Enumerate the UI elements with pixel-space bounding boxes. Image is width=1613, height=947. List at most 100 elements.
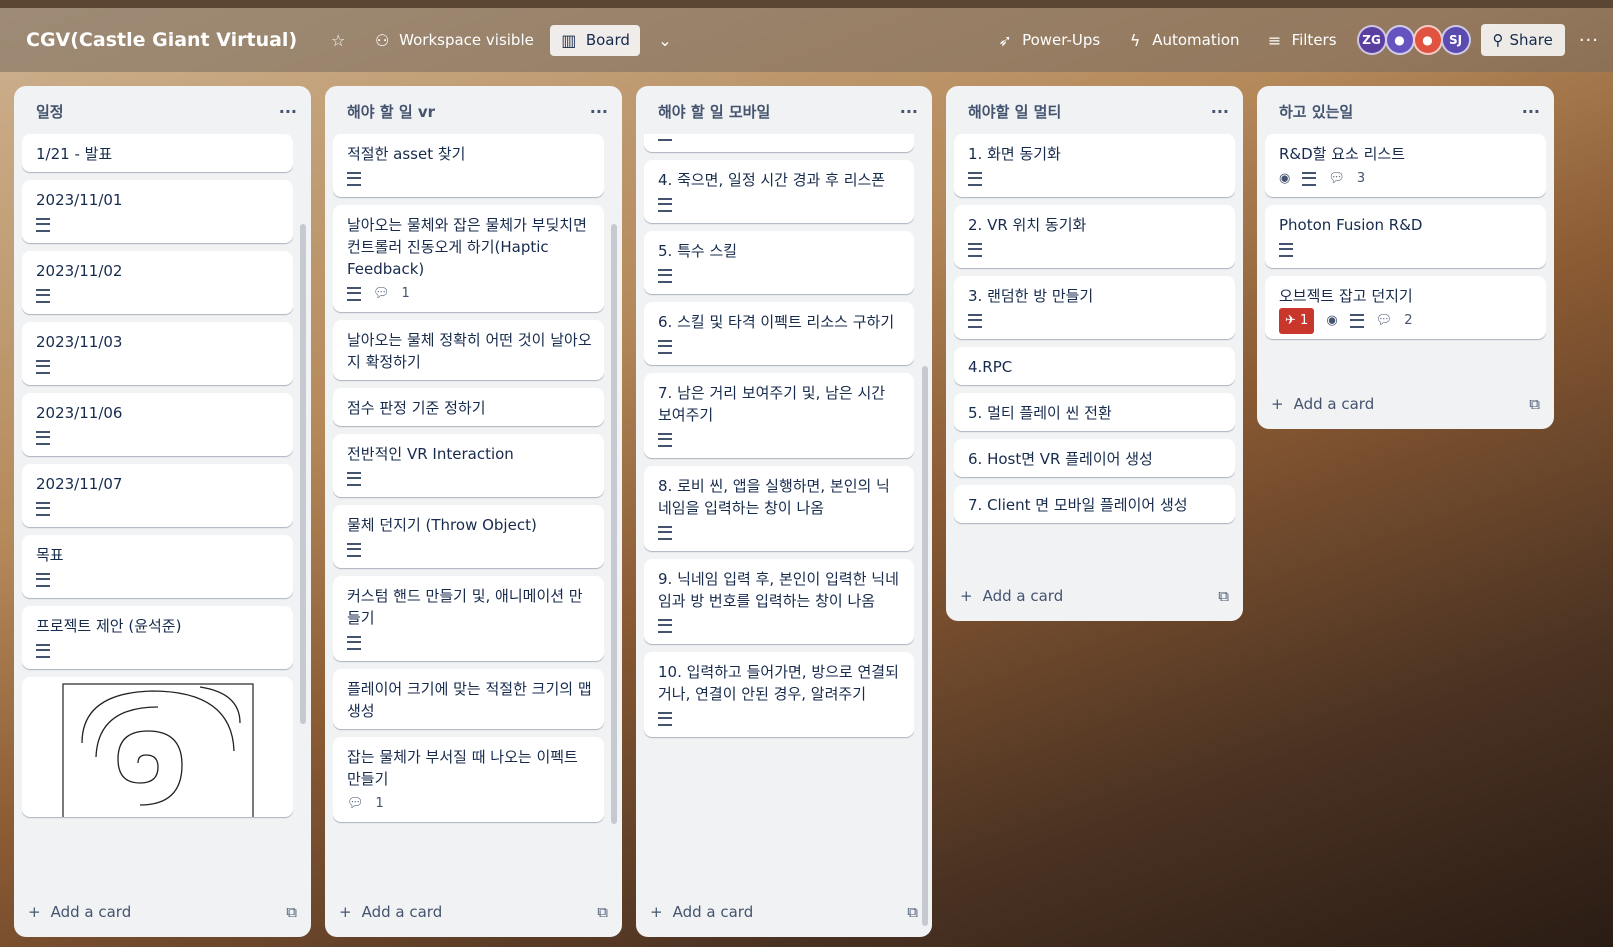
card[interactable]: 2023/11/02 bbox=[22, 251, 293, 314]
scrollbar[interactable] bbox=[922, 366, 928, 926]
powerups-button[interactable]: ➶ Power-Ups bbox=[986, 25, 1110, 56]
image-card[interactable] bbox=[22, 677, 293, 817]
scrollbar[interactable] bbox=[300, 224, 306, 724]
card[interactable]: 2023/11/06 bbox=[22, 393, 293, 456]
add-card-button[interactable]: + Add a card bbox=[960, 587, 1063, 605]
card-title: 6. Host면 VR 플레이어 생성 bbox=[968, 450, 1153, 468]
card[interactable]: 날아오는 물체와 잡은 물체가 부딪치면 컨트롤러 진동오게 하기(Haptic… bbox=[333, 205, 604, 312]
list-menu-icon[interactable]: ··· bbox=[590, 102, 608, 121]
list-menu-icon[interactable]: ··· bbox=[900, 102, 918, 121]
card[interactable]: 6. 스킬 및 타격 이펙트 리소스 구하기 bbox=[644, 302, 914, 365]
card[interactable]: 커스텀 핸드 만들기 및, 애니메이션 만들기 bbox=[333, 576, 604, 661]
card[interactable]: Photon Fusion R&D bbox=[1265, 205, 1546, 268]
card[interactable]: 2023/11/03 bbox=[22, 322, 293, 385]
template-icon[interactable]: ⧉ bbox=[597, 903, 608, 921]
template-icon[interactable]: ⧉ bbox=[286, 903, 297, 921]
description-icon bbox=[347, 543, 361, 557]
card-title: 전반적인 VR Interaction bbox=[347, 445, 514, 463]
card[interactable]: 6. Host면 VR 플레이어 생성 bbox=[954, 439, 1235, 477]
card[interactable]: R&D할 요소 리스트 ◉ 💬︎ 3 bbox=[1265, 134, 1546, 197]
avatar[interactable]: SJ bbox=[1440, 25, 1471, 55]
card-title: 플레이어 크기에 맞는 적절한 크기의 맵 생성 bbox=[347, 680, 592, 720]
visibility-label: Workspace visible bbox=[399, 31, 534, 49]
card[interactable]: 7. Client 면 모바일 플레이어 생성 bbox=[954, 485, 1235, 523]
list-menu-icon[interactable]: ··· bbox=[1211, 102, 1229, 121]
card[interactable]: 프로젝트 제안 (윤석준) bbox=[22, 606, 293, 669]
list-하고있는일: 하고 있는일 ··· R&D할 요소 리스트 ◉ 💬︎ 3 Photon Fusion … bbox=[1257, 86, 1554, 429]
card[interactable]: 적절한 asset 찾기 bbox=[333, 134, 604, 197]
list-menu-icon[interactable]: ··· bbox=[279, 102, 297, 121]
card[interactable]: 7. 남은 거리 보여주기 및, 남은 시간 보여주기 bbox=[644, 373, 914, 458]
list-title[interactable]: 일정 bbox=[36, 101, 64, 122]
add-card-button[interactable]: + Add a card bbox=[650, 903, 753, 921]
description-icon bbox=[968, 314, 982, 328]
avatar[interactable]: ● bbox=[1384, 25, 1415, 55]
card[interactable]: 3. 랜덤한 방 만들기 bbox=[954, 276, 1235, 339]
card[interactable]: 9. 닉네임 입력 후, 본인이 입력한 닉네임과 방 번호를 입력하는 창이 … bbox=[644, 559, 914, 644]
list-title[interactable]: 해야 할 일 vr bbox=[347, 101, 435, 122]
board-title[interactable]: CGV(Castle Giant Virtual) bbox=[26, 29, 297, 51]
card[interactable] bbox=[644, 134, 914, 152]
description-icon bbox=[347, 472, 361, 486]
list-title[interactable]: 해야할 일 멀티 bbox=[968, 101, 1061, 122]
visibility-button[interactable]: ⚇ Workspace visible bbox=[363, 25, 544, 56]
view-switcher-button[interactable]: ⌄ bbox=[646, 25, 684, 56]
board-icon: ▥ bbox=[561, 30, 577, 50]
comment-icon: 💬︎ bbox=[1375, 313, 1393, 328]
card[interactable]: 오브젝트 잡고 던지기 ✈︎ 1 ◉ 💬︎ 2 bbox=[1265, 276, 1546, 339]
card[interactable]: 8. 로비 씬, 앱을 실행하면, 본인의 닉네임을 입력하는 창이 나옴 bbox=[644, 466, 914, 551]
card[interactable]: 점수 판정 기준 정하기 bbox=[333, 388, 604, 426]
card-title: 4. 죽으면, 일정 시간 경과 후 리스폰 bbox=[658, 171, 886, 189]
card-title: 날아오는 물체와 잡은 물체가 부딪치면 컨트롤러 진동오게 하기(Haptic… bbox=[347, 216, 587, 278]
template-icon[interactable]: ⧉ bbox=[1218, 587, 1229, 605]
user-icon: ● bbox=[1394, 33, 1405, 47]
add-card-button[interactable]: + Add a card bbox=[339, 903, 442, 921]
add-person-icon: ⚲ bbox=[1492, 31, 1504, 49]
eye-icon: ◉ bbox=[1279, 171, 1291, 186]
avatar[interactable]: ZG bbox=[1356, 25, 1387, 55]
share-button[interactable]: ⚲ Share bbox=[1480, 24, 1565, 56]
card[interactable]: 플레이어 크기에 맞는 적절한 크기의 맵 생성 bbox=[333, 669, 604, 729]
template-icon[interactable]: ⧉ bbox=[907, 903, 918, 921]
card[interactable]: 5. 특수 스킬 bbox=[644, 231, 914, 294]
card[interactable]: 잡는 물체가 부서질 때 나오는 이펙트 만들기 💬︎ 1 bbox=[333, 737, 604, 822]
automation-button[interactable]: ϟ Automation bbox=[1116, 25, 1249, 56]
template-icon[interactable]: ⧉ bbox=[1529, 395, 1540, 413]
card[interactable]: 10. 입력하고 들어가면, 방으로 연결되거나, 연결이 안된 경우, 알려주… bbox=[644, 652, 914, 737]
card[interactable]: 2023/11/01 bbox=[22, 180, 293, 243]
lightning-icon: ϟ bbox=[1129, 30, 1141, 50]
scrollbar[interactable] bbox=[611, 224, 617, 824]
card[interactable]: 4.RPC bbox=[954, 347, 1235, 385]
description-icon bbox=[36, 360, 50, 374]
description-icon bbox=[36, 218, 50, 232]
card[interactable]: 5. 멀티 플레이 씬 전환 bbox=[954, 393, 1235, 431]
eye-icon: ◉ bbox=[1326, 313, 1338, 328]
list-menu-icon[interactable]: ··· bbox=[1522, 102, 1540, 121]
list-title[interactable]: 해야 할 일 모바일 bbox=[658, 101, 770, 122]
description-icon bbox=[36, 289, 50, 303]
filters-button[interactable]: ≡ Filters bbox=[1256, 25, 1347, 56]
card-title: 9. 닉네임 입력 후, 본인이 입력한 닉네임과 방 번호를 입력하는 창이 … bbox=[658, 570, 899, 610]
description-icon bbox=[1302, 172, 1317, 186]
card[interactable]: 1. 화면 동기화 bbox=[954, 134, 1235, 197]
more-icon[interactable]: ··· bbox=[1579, 30, 1599, 51]
card-title: 3. 랜덤한 방 만들기 bbox=[968, 287, 1094, 305]
card[interactable]: 목표 bbox=[22, 535, 293, 598]
avatar[interactable]: ● bbox=[1412, 25, 1443, 55]
card[interactable]: 물체 던지기 (Throw Object) bbox=[333, 505, 604, 568]
add-card-button[interactable]: + Add a card bbox=[28, 903, 131, 921]
description-icon bbox=[36, 502, 50, 516]
card[interactable]: 1/21 - 발표 bbox=[22, 134, 293, 172]
card-title: 4.RPC bbox=[968, 358, 1013, 376]
star-button[interactable]: ☆ bbox=[319, 25, 357, 56]
list-title[interactable]: 하고 있는일 bbox=[1279, 101, 1353, 122]
card[interactable]: 4. 죽으면, 일정 시간 경과 후 리스폰 bbox=[644, 160, 914, 223]
card[interactable]: 2023/11/07 bbox=[22, 464, 293, 527]
board-view-button[interactable]: ▥ Board bbox=[549, 24, 640, 56]
card-title: 날아오는 물체 정확히 어떤 것이 날아오지 확정하기 bbox=[347, 331, 592, 371]
card[interactable]: 전반적인 VR Interaction bbox=[333, 434, 604, 497]
card[interactable]: 2. VR 위치 동기화 bbox=[954, 205, 1235, 268]
card[interactable]: 날아오는 물체 정확히 어떤 것이 날아오지 확정하기 bbox=[333, 320, 604, 380]
add-card-button[interactable]: + Add a card bbox=[1271, 395, 1374, 413]
pin-icon: ✈︎ bbox=[1285, 313, 1296, 328]
